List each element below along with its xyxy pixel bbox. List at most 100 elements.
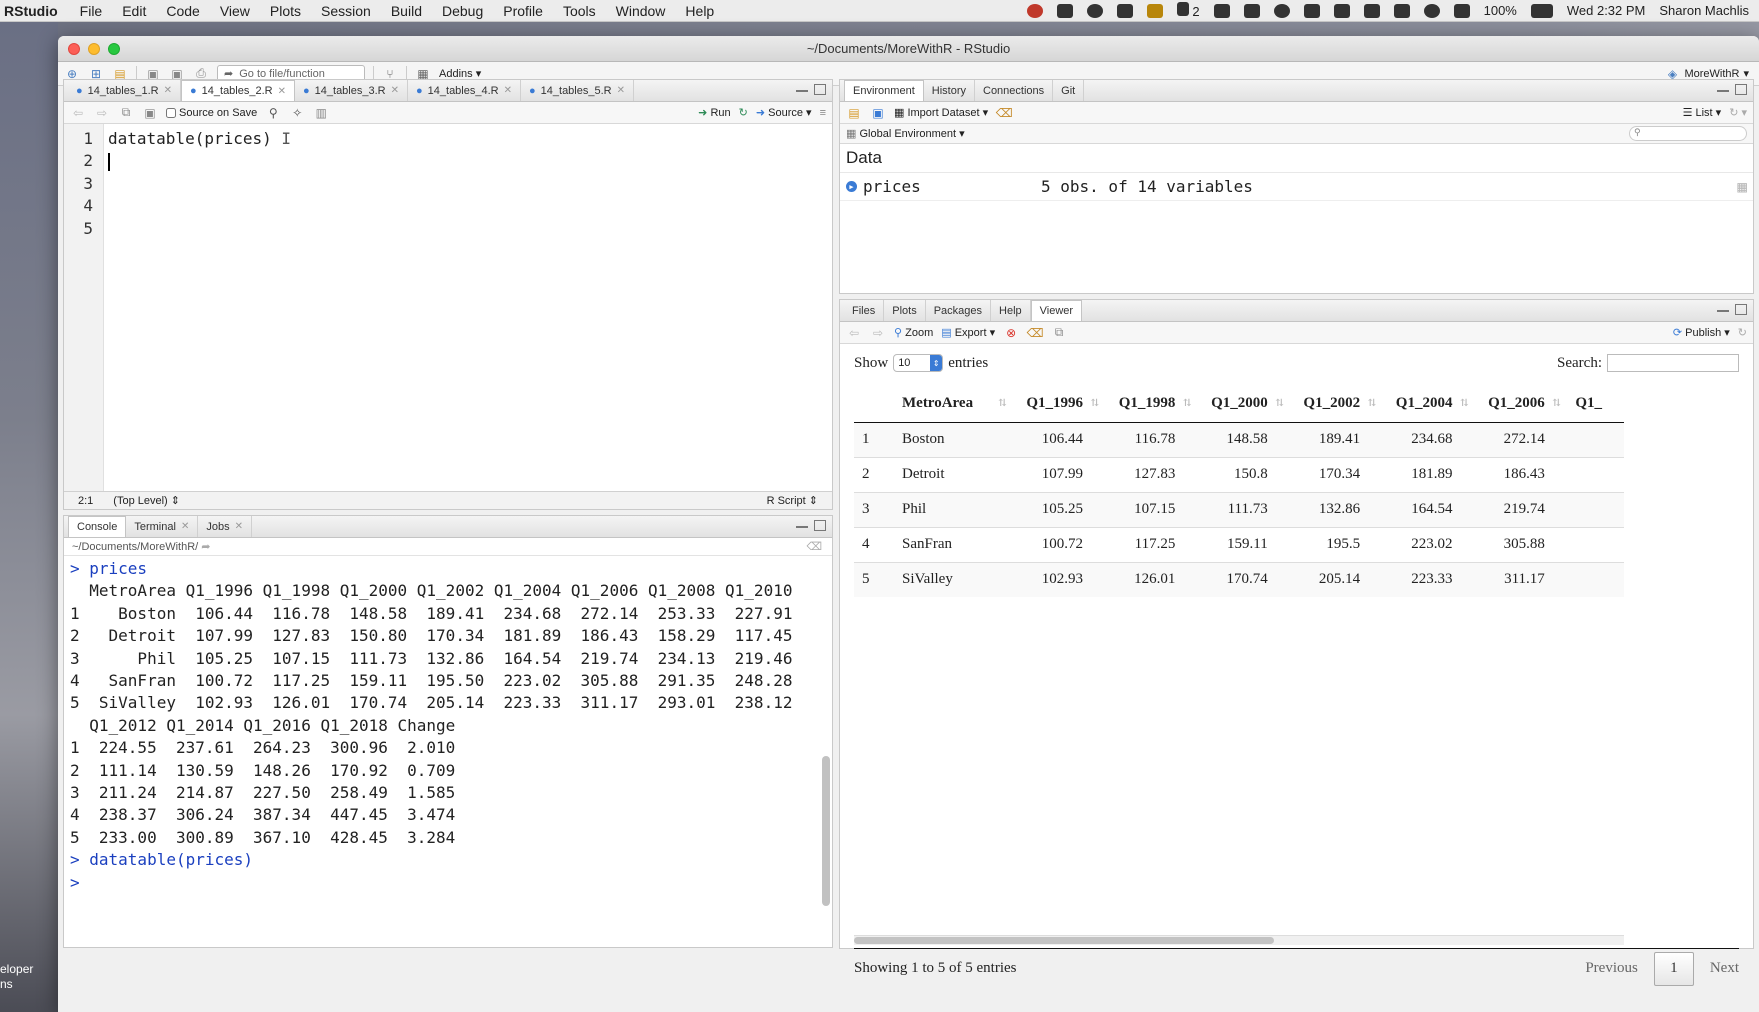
title-bar[interactable]: ~/Documents/MoreWithR - RStudio (58, 36, 1759, 62)
tab-console[interactable]: Console (68, 516, 127, 537)
tab-plots[interactable]: Plots (884, 300, 926, 321)
tab-history[interactable]: History (924, 80, 975, 101)
compile-report-icon[interactable]: ▥ (313, 106, 329, 120)
save-workspace-icon[interactable]: ▣ (870, 106, 886, 120)
import-dataset-menu[interactable]: ▦ Import Dataset ▾ (894, 106, 988, 119)
back-icon[interactable]: ⇦ (846, 326, 862, 340)
column-header[interactable]: Q1_2004 ⇅ (1382, 386, 1475, 423)
refresh-icon[interactable]: ↻ ▾ (1729, 106, 1747, 119)
source-on-save-checkbox[interactable]: Source on Save (166, 107, 257, 119)
close-tab-icon[interactable]: ✕ (181, 521, 189, 532)
user-name[interactable]: Sharon Machlis (1659, 3, 1749, 18)
photo-icon[interactable] (1213, 3, 1230, 18)
minimize-pane-icon[interactable] (1717, 84, 1729, 92)
code-editor[interactable]: 1 2 3 4 5 datatable(prices) I (64, 124, 832, 491)
broom-icon[interactable]: ⌫ (1027, 326, 1044, 340)
broom-icon[interactable]: ⌫ (806, 538, 822, 556)
menu-view[interactable]: View (210, 3, 260, 19)
menu-tools[interactable]: Tools (553, 3, 606, 19)
battery-icon[interactable] (1530, 3, 1553, 18)
forward-icon[interactable]: ⇨ (94, 106, 110, 120)
back-icon[interactable]: ⇦ (70, 106, 86, 120)
time-machine-icon[interactable] (1273, 3, 1290, 18)
list-view-menu[interactable]: ☰ List ▾ (1683, 106, 1722, 119)
source-on-save-input[interactable] (166, 107, 176, 118)
tab-14-tables-4[interactable]: ● 14_tables_4.R ✕ (408, 80, 521, 101)
tab-14-tables-2[interactable]: ● 14_tables_2.R ✕ (181, 80, 295, 101)
tab-14-tables-5[interactable]: ● 14_tables_5.R ✕ (521, 80, 634, 101)
bluetooth-icon[interactable] (1363, 3, 1380, 18)
rerun-icon[interactable]: ↻ (739, 106, 748, 119)
console-output[interactable]: > prices MetroArea Q1_1996 Q1_1998 Q1_20… (64, 556, 832, 896)
page-length-select[interactable]: 10 ⇕ (893, 354, 944, 372)
airplay-icon[interactable] (1303, 3, 1320, 18)
menu-edit[interactable]: Edit (112, 3, 156, 19)
console-scrollbar[interactable] (822, 756, 830, 906)
tab-git[interactable]: Git (1053, 80, 1085, 101)
bolt-icon[interactable] (1333, 3, 1350, 18)
datatable-search-input[interactable] (1607, 354, 1739, 372)
battery-percent[interactable]: 100% (1484, 3, 1517, 18)
scope-menu[interactable]: (Top Level) ⇕ (113, 494, 180, 507)
maximize-pane-icon[interactable] (1735, 304, 1747, 315)
source-button[interactable]: ➜ Source ▾ (756, 106, 812, 119)
table-row[interactable]: 4 SanFran 100.72 117.25 159.11 195.5 223.02 305… (854, 526, 1624, 562)
forward-icon[interactable]: ⇨ (870, 326, 886, 340)
next-button[interactable]: Next (1710, 960, 1739, 977)
tab-14-tables-1[interactable]: ● 14_tables_1.R ✕ (68, 80, 181, 101)
close-tab-icon[interactable]: ✕ (617, 85, 625, 96)
close-tab-icon[interactable]: ✕ (278, 86, 286, 97)
outline-icon[interactable]: ≡ (820, 107, 826, 119)
menu-help[interactable]: Help (675, 3, 724, 19)
tab-help[interactable]: Help (991, 300, 1031, 321)
tab-connections[interactable]: Connections (975, 80, 1054, 101)
search-icon[interactable]: ⚲ (265, 106, 281, 120)
save-icon[interactable]: ▣ (142, 106, 158, 120)
column-header[interactable]: Q1_2006 ⇅ (1474, 386, 1567, 423)
record-icon[interactable] (1026, 3, 1043, 18)
clock[interactable]: Wed 2:32 PM (1567, 3, 1646, 18)
expand-icon[interactable]: ▶ (846, 181, 857, 192)
previous-button[interactable]: Previous (1585, 960, 1638, 977)
feather-icon[interactable] (1116, 3, 1133, 18)
column-header[interactable]: Q1_ (1566, 386, 1624, 423)
close-tab-icon[interactable]: ✕ (164, 85, 172, 96)
menu-file[interactable]: File (70, 3, 113, 19)
view-table-icon[interactable]: ▦ (1737, 177, 1747, 196)
tab-viewer[interactable]: Viewer (1030, 300, 1083, 321)
stop-icon[interactable]: ⊗ (1003, 326, 1019, 340)
maximize-pane-icon[interactable] (1735, 84, 1747, 95)
scroll-thumb[interactable] (854, 937, 1274, 944)
volume-icon[interactable] (1453, 3, 1470, 18)
app-menu[interactable]: RStudio (0, 3, 70, 19)
close-tab-icon[interactable]: ✕ (504, 85, 512, 96)
tab-packages[interactable]: Packages (926, 300, 992, 321)
file-type-menu[interactable]: R Script ⇕ (767, 494, 818, 507)
minimize-pane-icon[interactable] (796, 520, 808, 528)
column-header[interactable]: Q1_2002 ⇅ (1289, 386, 1383, 423)
zoom-button[interactable] (108, 43, 120, 55)
column-header[interactable]: Q1_1998 ⇅ (1105, 386, 1198, 423)
minimize-pane-icon[interactable] (1717, 304, 1729, 312)
zoom-button[interactable]: ⚲ Zoom (894, 326, 933, 339)
shield-icon[interactable] (1146, 3, 1163, 18)
load-workspace-icon[interactable]: ▤ (846, 106, 862, 120)
table-horizontal-scrollbar[interactable] (854, 935, 1624, 945)
close-button[interactable] (68, 43, 80, 55)
tab-14-tables-3[interactable]: ● 14_tables_3.R ✕ (295, 80, 408, 101)
tab-files[interactable]: Files (844, 300, 885, 321)
menu-code[interactable]: Code (156, 3, 209, 19)
menu-plots[interactable]: Plots (260, 3, 311, 19)
goto-dir-icon[interactable]: ➦ (201, 541, 210, 553)
maximize-pane-icon[interactable] (814, 520, 826, 531)
magic-wand-icon[interactable]: ✧ (289, 106, 305, 120)
column-header[interactable]: Q1_2000 ⇅ (1197, 386, 1290, 423)
cloud-icon[interactable] (1056, 3, 1073, 18)
global-env-menu[interactable]: ▦ Global Environment ▾ (846, 127, 965, 140)
minimize-button[interactable] (88, 43, 100, 55)
export-menu[interactable]: ▤ Export ▾ (941, 326, 995, 339)
close-tab-icon[interactable]: ✕ (391, 85, 399, 96)
table-row[interactable]: 2 Detroit 107.99 127.83 150.8 170.34 181.89 186… (854, 456, 1624, 492)
dropbox-icon[interactable] (1243, 3, 1260, 18)
menu-session[interactable]: Session (311, 3, 381, 19)
